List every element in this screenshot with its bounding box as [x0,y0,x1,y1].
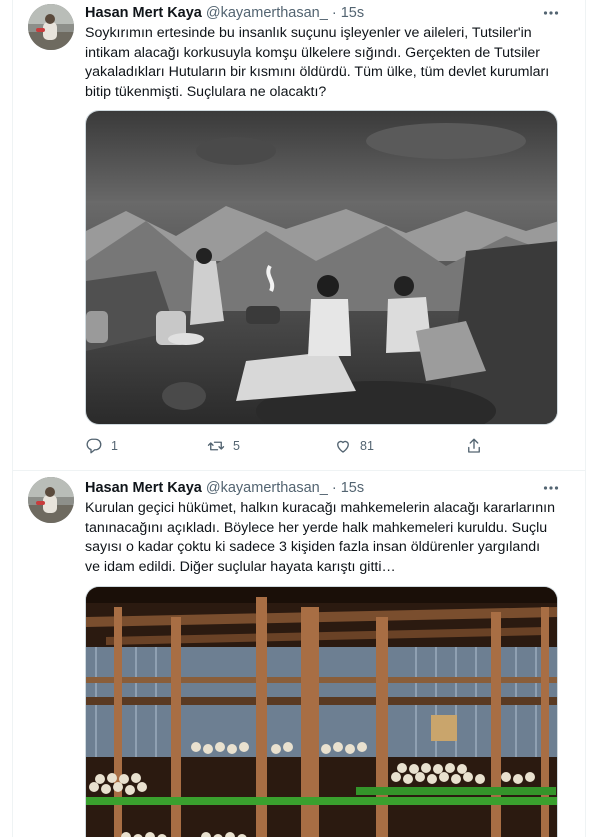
retweet-count: 5 [233,439,240,453]
like-count: 81 [360,439,374,453]
separator-dot: · [331,480,337,496]
tweet-1[interactable]: Hasan Mert Kaya @kayamerthasan_ · 15s So… [0,0,598,470]
author-handle[interactable]: @kayamerthasan_ [206,480,328,496]
tweet-time[interactable]: 15s [341,480,364,496]
retweet-button[interactable]: 5 [207,437,240,455]
avatar[interactable] [28,4,74,50]
tweet-text: Kurulan geçici hükümet, halkın kuracağı … [85,500,556,575]
like-button[interactable]: 81 [334,437,374,455]
reply-button[interactable]: 1 [85,437,118,455]
reply-count: 1 [111,439,118,453]
like-icon [337,440,349,453]
separator-dot: · [331,5,337,21]
tweet-time[interactable]: 15s [341,5,364,21]
avatar[interactable] [28,477,74,523]
author-name[interactable]: Hasan Mert Kaya [85,5,202,21]
tweet-2[interactable]: Hasan Mert Kaya @kayamerthasan_ · 15s Ku… [0,471,598,837]
tweet-header: Hasan Mert Kaya @kayamerthasan_ · 15s [85,478,588,498]
share-icon [468,438,480,453]
author-handle[interactable]: @kayamerthasan_ [206,5,328,21]
more-icon[interactable] [540,2,562,24]
author-name[interactable]: Hasan Mert Kaya [85,480,202,496]
reply-icon [86,438,102,454]
tweet-header: Hasan Mert Kaya @kayamerthasan_ · 15s [85,3,588,23]
share-button[interactable] [465,437,483,455]
tweet-photo[interactable] [85,586,558,837]
retweet-icon [207,441,225,451]
tweet-actions: 1 5 81 [85,437,505,457]
tweet-photo[interactable] [85,110,558,425]
tweet-text: Soykırımın ertesinde bu insanlık suçunu … [85,25,550,100]
more-icon[interactable] [540,477,562,499]
